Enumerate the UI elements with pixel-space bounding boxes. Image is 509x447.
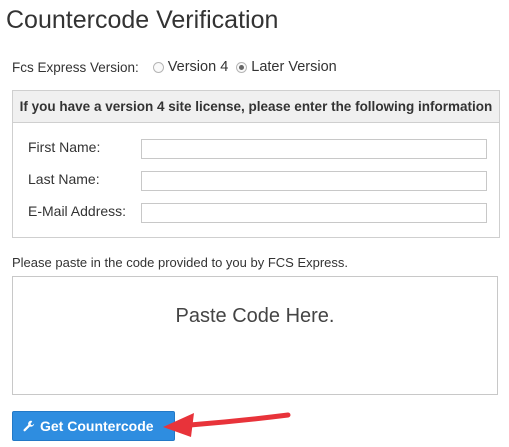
later-version-label: Later Version <box>251 59 337 75</box>
version-4-option[interactable]: Version 4 <box>152 59 229 75</box>
get-countercode-label: Get Countercode <box>40 418 154 434</box>
email-field[interactable] <box>141 203 487 223</box>
later-version-option[interactable]: Later Version <box>236 59 337 75</box>
license-panel: If you have a version 4 site license, pl… <box>12 90 500 238</box>
page-title: Countercode Verification <box>6 6 279 34</box>
last-name-label: Last Name: <box>28 171 100 187</box>
first-name-field[interactable] <box>141 139 487 159</box>
version-4-radio[interactable] <box>152 61 164 73</box>
email-label: E-Mail Address: <box>28 203 127 219</box>
red-arrow-annotation <box>163 412 291 437</box>
later-version-radio[interactable] <box>236 61 248 73</box>
countercode-paste-area[interactable] <box>12 276 498 395</box>
wrench-icon <box>23 420 35 432</box>
version-4-label: Version 4 <box>167 59 229 75</box>
first-name-label: First Name: <box>28 139 101 155</box>
version-label: Fcs Express Version: <box>12 59 139 75</box>
version-selector: Fcs Express Version: Version 4 Later Ver… <box>12 57 345 77</box>
license-panel-heading: If you have a version 4 site license, pl… <box>13 91 499 123</box>
paste-instructions: Please paste in the code provided to you… <box>12 255 349 270</box>
last-name-field[interactable] <box>141 171 487 191</box>
get-countercode-button[interactable]: Get Countercode <box>12 411 175 441</box>
